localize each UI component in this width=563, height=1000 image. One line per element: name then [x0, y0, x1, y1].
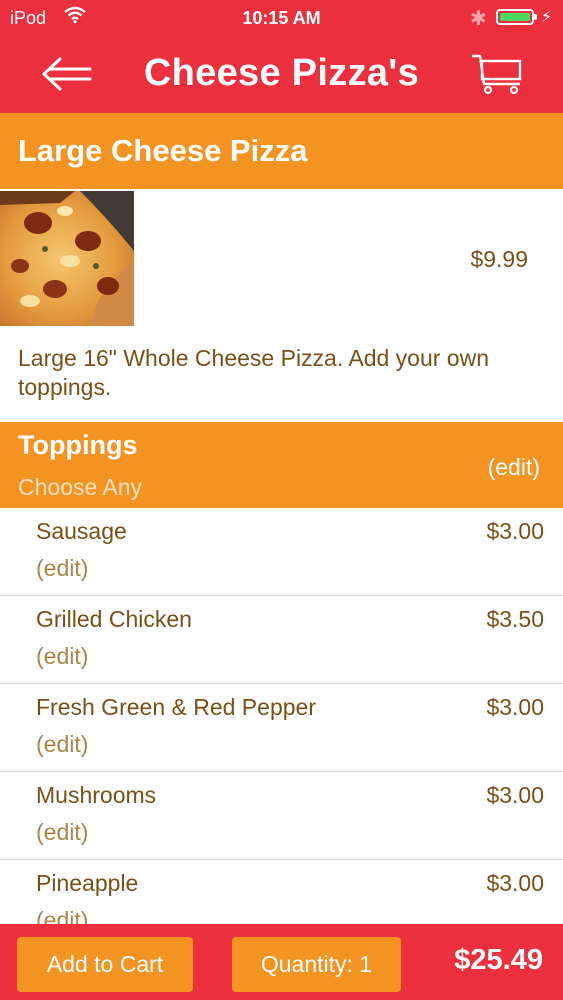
bottom-bar: Add to Cart Quantity: 1 $25.49: [0, 924, 563, 1000]
cart-button[interactable]: [468, 52, 528, 96]
topping-price: $3.50: [486, 606, 544, 632]
item-title: Large Cheese Pizza: [18, 133, 308, 168]
topping-row[interactable]: Grilled Chicken (edit) $3.50: [0, 596, 563, 684]
arrow-left-icon: [38, 57, 98, 100]
topping-row[interactable]: Sausage (edit) $3.00: [0, 508, 563, 596]
topping-edit-link[interactable]: (edit): [36, 819, 88, 846]
topping-price: $3.00: [486, 518, 544, 544]
item-header: Large Cheese Pizza: [0, 113, 563, 189]
total-price: $25.49: [454, 944, 543, 976]
toppings-title: Toppings: [18, 430, 138, 460]
topping-edit-link[interactable]: (edit): [36, 555, 88, 582]
bluetooth-icon: ✱: [470, 8, 487, 30]
toppings-edit-button[interactable]: (edit): [488, 454, 540, 481]
item-price: $9.99: [470, 246, 528, 272]
topping-edit-link[interactable]: (edit): [36, 731, 88, 758]
topping-name: Pineapple: [36, 870, 139, 896]
topping-price: $3.00: [486, 694, 544, 720]
battery-icon: [496, 9, 534, 25]
topping-price: $3.00: [486, 870, 544, 896]
quantity-button[interactable]: Quantity: 1: [232, 937, 401, 992]
top-bar: iPod 10:15 AM ✱ ⚡ Cheese Pizza's: [0, 0, 563, 113]
charging-icon: ⚡: [541, 9, 553, 26]
topping-row[interactable]: Pineapple (edit) $3.00: [0, 860, 563, 924]
pizza-image: [0, 191, 134, 326]
topping-row[interactable]: Fresh Green & Red Pepper (edit) $3.00: [0, 684, 563, 772]
topping-name: Sausage: [36, 518, 127, 544]
topping-edit-link[interactable]: (edit): [36, 907, 88, 924]
item-description: Large 16" Whole Cheese Pizza. Add your o…: [18, 345, 489, 400]
topping-name: Mushrooms: [36, 782, 157, 808]
toppings-list: Sausage (edit) $3.00 Grilled Chicken (ed…: [0, 508, 563, 924]
shopping-cart-icon: [468, 54, 528, 100]
toppings-subtitle: Choose Any: [18, 474, 143, 500]
topping-name: Grilled Chicken: [36, 606, 192, 632]
status-bar: iPod 10:15 AM ✱ ⚡: [0, 0, 563, 38]
page-title: Cheese Pizza's: [143, 52, 420, 94]
battery-tip: [534, 14, 537, 20]
topping-name: Fresh Green & Red Pepper: [36, 694, 316, 720]
add-to-cart-button[interactable]: Add to Cart: [17, 937, 193, 992]
topping-price: $3.00: [486, 782, 544, 808]
toppings-header: Toppings Choose Any (edit): [0, 422, 563, 508]
back-button[interactable]: [38, 52, 98, 96]
topping-edit-link[interactable]: (edit): [36, 643, 88, 670]
topping-row[interactable]: Mushrooms (edit) $3.00: [0, 772, 563, 860]
